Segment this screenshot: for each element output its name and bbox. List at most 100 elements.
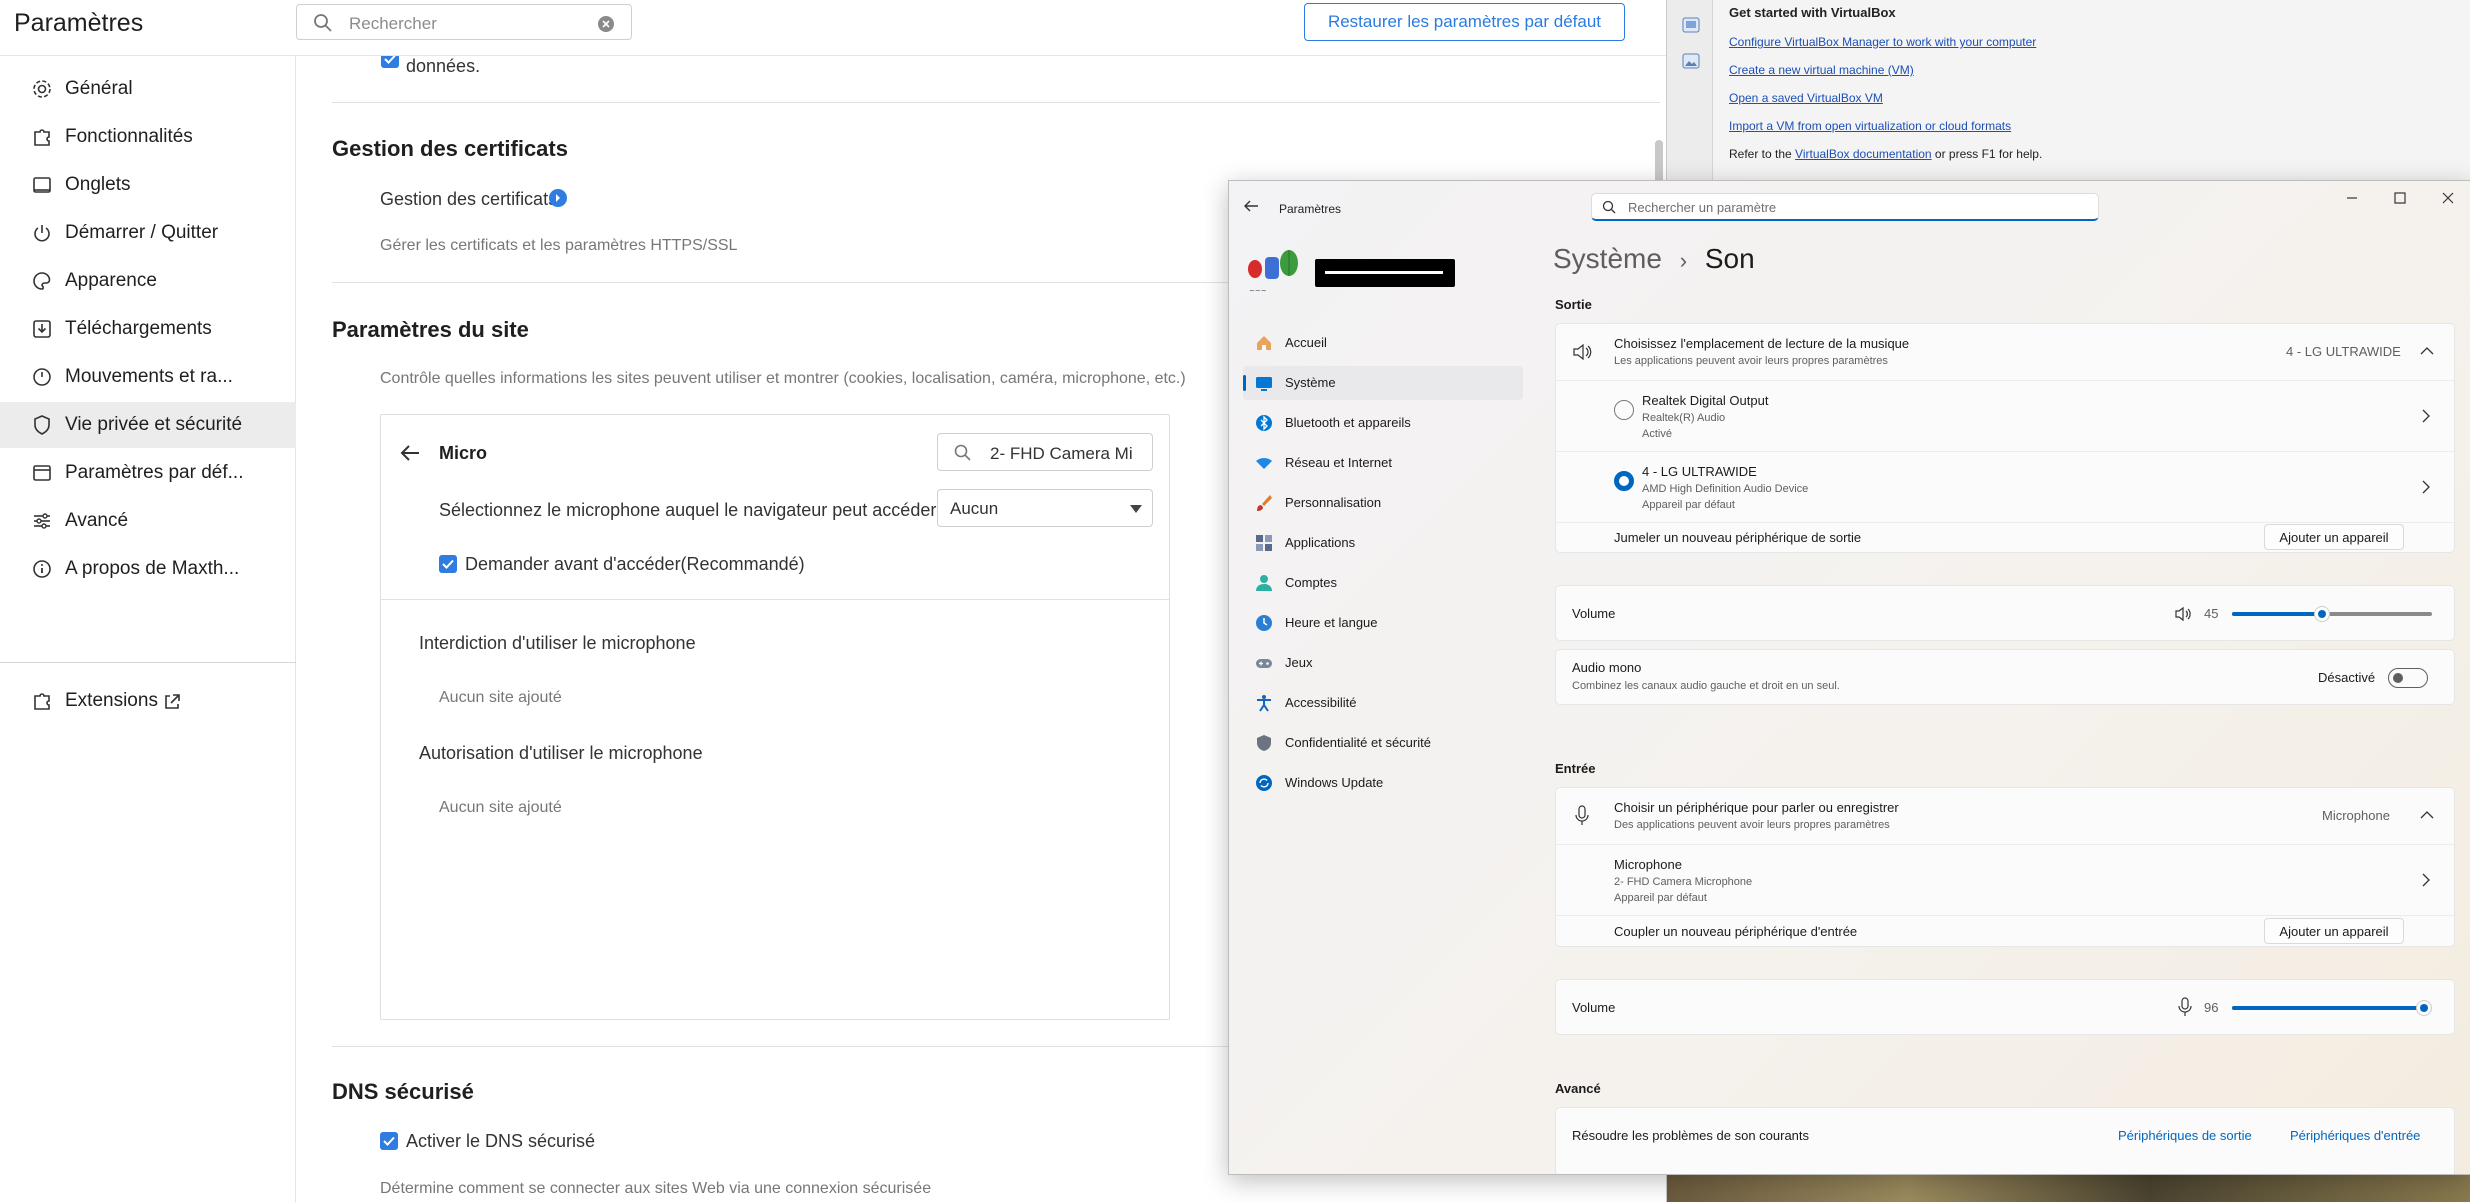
dns-checkbox[interactable] — [380, 1132, 398, 1150]
breadcrumb-parent[interactable]: Système — [1553, 243, 1662, 274]
nav-item-confidentialite[interactable]: Confidentialité et sécurité — [1243, 726, 1523, 760]
input-devices-link[interactable]: Périphériques d'entrée — [2290, 1128, 2420, 1143]
device-status: Appareil par défaut — [1614, 892, 1707, 904]
svg-text:~~~: ~~~ — [1249, 287, 1267, 295]
back-arrow-icon[interactable] — [399, 443, 421, 463]
ask-before-checkbox[interactable] — [439, 555, 457, 573]
slider-thumb[interactable] — [2314, 606, 2330, 622]
sidebar-divider — [0, 662, 296, 663]
nav-item-comptes[interactable]: Comptes — [1243, 566, 1523, 600]
gear-icon — [31, 78, 53, 100]
speaker-icon — [1572, 342, 1592, 362]
output-selected-device: 4 - LG ULTRAWIDE — [2286, 344, 2401, 359]
mic-select-dropdown[interactable]: Aucun — [937, 489, 1153, 527]
output-device-row[interactable]: 4 - LG ULTRAWIDE AMD High Definition Aud… — [1556, 452, 2454, 522]
slider-fill — [2232, 1006, 2424, 1010]
sidebar-item-default-browser[interactable]: Paramètres par déf... — [0, 450, 296, 496]
device-driver: 2- FHD Camera Microphone — [1614, 876, 1753, 888]
add-output-device-button[interactable]: Ajouter un appareil — [2264, 524, 2404, 550]
nav-item-label: Accueil — [1285, 335, 1327, 350]
nav-item-label: Accessibilité — [1285, 695, 1357, 710]
output-device-radio-selected[interactable] — [1614, 471, 1634, 491]
vb-link-import-vm[interactable]: Import a VM from open virtualization or … — [1729, 119, 2011, 133]
nav-item-applications[interactable]: Applications — [1243, 526, 1523, 560]
vb-link-open-vm[interactable]: Open a saved VirtualBox VM — [1729, 91, 1883, 105]
minimize-icon[interactable] — [2345, 191, 2359, 205]
sidebar-item-extensions[interactable]: Extensions — [0, 678, 296, 724]
nav-item-systeme[interactable]: Système — [1243, 366, 1523, 400]
data-checkbox-label: données. — [406, 56, 481, 76]
certs-link[interactable]: Gestion des certificats — [380, 189, 557, 210]
nav-item-accessibilite[interactable]: Accessibilité — [1243, 686, 1523, 720]
sidebar-item-gestures[interactable]: Mouvements et ra... — [0, 354, 296, 400]
back-arrow-icon[interactable] — [1243, 199, 1259, 213]
output-device-radio[interactable] — [1614, 400, 1634, 420]
input-header-title: Choisir un périphérique pour parler ou e… — [1614, 800, 1899, 815]
sidebar-item-advanced[interactable]: Avancé — [0, 498, 296, 544]
search-icon — [1602, 200, 1616, 214]
add-input-device-button[interactable]: Ajouter un appareil — [2264, 918, 2404, 944]
output-device-row[interactable]: Realtek Digital Output Realtek(R) Audio … — [1556, 381, 2454, 451]
sidebar-item-features[interactable]: Fonctionnalités — [0, 114, 296, 160]
sidebar-item-appearance[interactable]: Apparence — [0, 258, 296, 304]
nav-item-bluetooth[interactable]: Bluetooth et appareils — [1243, 406, 1523, 440]
speaker-icon[interactable] — [2174, 605, 2192, 623]
breadcrumb-separator: › — [1679, 248, 1688, 273]
arrow-right-circle-icon[interactable] — [548, 188, 568, 208]
nav-item-label: Système — [1285, 375, 1336, 390]
certs-heading: Gestion des certificats — [332, 136, 568, 161]
output-devices-link[interactable]: Périphériques de sortie — [2118, 1128, 2252, 1143]
sidebar-item-label: Paramètres par déf... — [65, 462, 244, 483]
sidebar-item-label: Avancé — [65, 510, 129, 531]
allow-heading: Autorisation d'utiliser le microphone — [419, 743, 703, 763]
micro-settings-panel: Micro 2- FHD Camera Mi Sélectionnez le m… — [380, 414, 1170, 1020]
sidebar-item-label: Onglets — [65, 174, 131, 195]
input-device-card: Choisir un périphérique pour parler ou e… — [1555, 787, 2455, 947]
close-icon[interactable] — [2441, 191, 2455, 205]
nav-item-personnalisation[interactable]: Personnalisation — [1243, 486, 1523, 520]
vb-refer-text: Refer to the VirtualBox documentation or… — [1729, 147, 2042, 161]
sidebar-item-tabs[interactable]: Onglets — [0, 162, 296, 208]
vb-link-configure[interactable]: Configure VirtualBox Manager to work wit… — [1729, 35, 2036, 49]
microphone-icon[interactable] — [2178, 997, 2192, 1017]
vm-icon[interactable] — [1682, 16, 1700, 34]
clear-search-icon[interactable] — [597, 15, 615, 33]
maximize-icon[interactable] — [2393, 191, 2407, 205]
allow-empty-text: Aucun site ajouté — [439, 799, 562, 816]
image-icon[interactable] — [1682, 52, 1700, 70]
output-header[interactable]: Choisissez l'emplacement de lecture de l… — [1556, 324, 2454, 380]
vb-docs-link[interactable]: VirtualBox documentation — [1795, 147, 1932, 161]
shield-icon — [31, 414, 53, 436]
nav-item-windows-update[interactable]: Windows Update — [1243, 766, 1523, 800]
data-checkbox[interactable] — [381, 56, 399, 68]
nav-item-heure-langue[interactable]: Heure et langue — [1243, 606, 1523, 640]
troubleshoot-card: Résoudre les problèmes de son courants P… — [1555, 1107, 2455, 1174]
input-header[interactable]: Choisir un périphérique pour parler ou e… — [1556, 788, 2454, 844]
microphone-icon — [1574, 805, 1590, 827]
output-section-title: Sortie — [1555, 297, 1592, 312]
block-empty-text: Aucun site ajouté — [439, 689, 562, 706]
volume-label: Volume — [1572, 606, 1616, 621]
mono-toggle[interactable] — [2388, 668, 2428, 688]
sidebar-item-label: Mouvements et ra... — [65, 366, 233, 387]
nav-item-jeux[interactable]: Jeux — [1243, 646, 1523, 680]
search-icon — [313, 13, 333, 33]
sidebar-item-about[interactable]: A propos de Maxth... — [0, 546, 296, 592]
nav-item-reseau[interactable]: Réseau et Internet — [1243, 446, 1523, 480]
settings-search-input[interactable]: Rechercher un paramètre — [1591, 193, 2099, 221]
sidebar-item-startup[interactable]: Démarrer / Quitter — [0, 210, 296, 256]
sidebar-item-privacy[interactable]: Vie privée et sécurité — [0, 402, 296, 448]
sidebar-item-downloads[interactable]: Téléchargements — [0, 306, 296, 352]
sidebar-item-general[interactable]: Général — [0, 66, 296, 112]
input-device-row[interactable]: Microphone 2- FHD Camera Microphone Appa… — [1556, 845, 2454, 915]
person-icon — [1255, 574, 1273, 592]
settings-search-input[interactable]: Rechercher — [296, 4, 632, 40]
restore-defaults-button[interactable]: Restaurer les paramètres par défaut — [1304, 3, 1625, 41]
micro-search-input[interactable]: 2- FHD Camera Mi — [937, 433, 1153, 471]
slider-thumb[interactable] — [2416, 1000, 2432, 1016]
avatar[interactable]: ~~~ — [1243, 243, 1305, 301]
vb-link-create-vm[interactable]: Create a new virtual machine (VM) — [1729, 63, 1914, 77]
input-volume-slider[interactable] — [2232, 1000, 2432, 1016]
output-volume-slider[interactable] — [2232, 606, 2432, 622]
nav-item-accueil[interactable]: Accueil — [1243, 326, 1523, 360]
